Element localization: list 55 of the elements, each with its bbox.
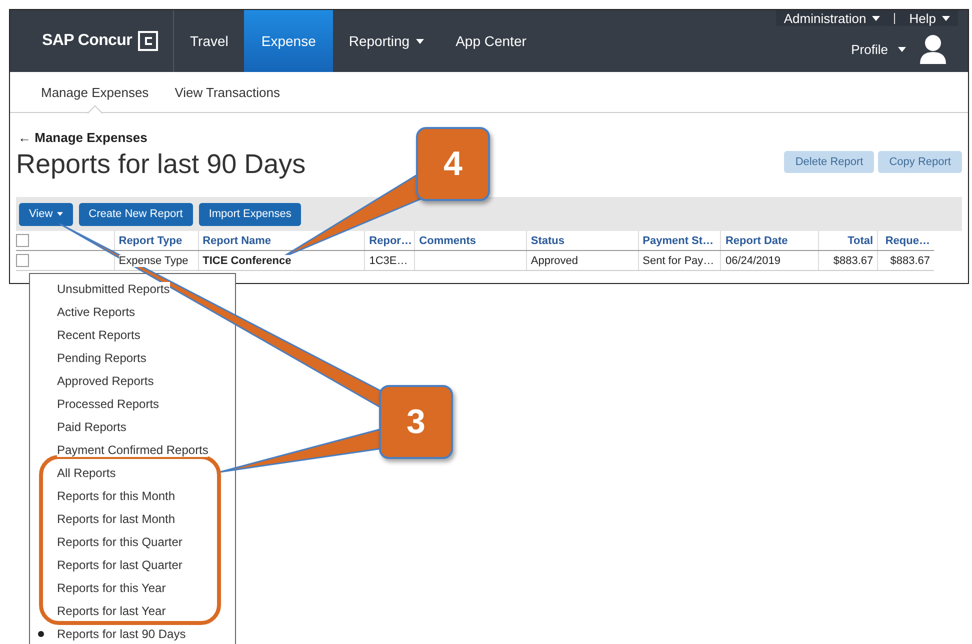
table-cell: $883.67: [890, 254, 930, 266]
toolbar-button[interactable]: Create New Report: [78, 202, 193, 226]
table-cell: Sent for Pay…: [642, 254, 714, 266]
menu-item[interactable]: Pending Reports: [57, 350, 146, 364]
subnav-tab[interactable]: View Transactions: [166, 72, 289, 112]
checkbox[interactable]: [16, 254, 29, 267]
column-header[interactable]: Payment St…: [638, 231, 720, 250]
page-title: Reports for last 90 Days: [16, 148, 306, 181]
column-header[interactable]: Report Type: [114, 231, 198, 250]
menu-item[interactable]: Reports for last Month: [57, 512, 176, 526]
toolbar-button[interactable]: View: [19, 202, 73, 226]
menu-item[interactable]: Paid Reports: [57, 420, 126, 434]
nav-tab[interactable]: App Center: [440, 10, 542, 72]
menu-item[interactable]: Reports for this Month: [57, 488, 176, 502]
menu-item[interactable]: Reports for last Quarter: [57, 558, 182, 572]
column-header[interactable]: Report Date: [720, 231, 818, 250]
menu-item[interactable]: Payment Confirmed Reports: [57, 442, 208, 456]
table-cell: 06/24/2019: [725, 254, 781, 266]
nav-tab[interactable]: Expense: [244, 10, 333, 72]
column-header[interactable]: Reque…: [877, 231, 934, 250]
menu-item[interactable]: Reports for last 90 Days: [57, 626, 186, 640]
logo-icon: [138, 31, 158, 51]
table-cell: Expense Type: [118, 254, 188, 266]
menu-item[interactable]: All Reports: [57, 466, 116, 480]
step-callout: 4: [416, 127, 490, 201]
menu-item[interactable]: Approved Reports: [57, 374, 154, 388]
nav-tab[interactable]: Reporting: [332, 10, 440, 72]
top-menu-link[interactable]: Help: [909, 10, 950, 26]
top-menu-link[interactable]: Administration: [784, 10, 880, 26]
user-avatar-icon[interactable]: [920, 34, 946, 64]
profile-menu[interactable]: Profile: [851, 42, 906, 56]
toolbar-button[interactable]: Import Expenses: [198, 202, 302, 226]
checkbox[interactable]: [16, 234, 29, 247]
menu-item[interactable]: Recent Reports: [57, 328, 140, 342]
column-header[interactable]: Repor…: [364, 231, 414, 250]
menu-item[interactable]: Unsubmitted Reports: [57, 282, 170, 296]
menu-item[interactable]: Reports for last Year: [57, 604, 166, 618]
column-header[interactable]: Status: [526, 231, 638, 250]
brand-logo-text: SAP Concur: [42, 32, 132, 50]
menu-item[interactable]: Active Reports: [57, 304, 136, 318]
caret-icon: [898, 46, 906, 52]
column-header[interactable]: Total: [818, 231, 878, 250]
back-link[interactable]: ← Manage Expenses: [16, 130, 148, 145]
menu-item[interactable]: Reports for this Year: [57, 580, 166, 594]
menu-item[interactable]: Processed Reports: [57, 396, 160, 410]
column-header[interactable]: Comments: [414, 231, 526, 250]
table-cell: TICE Conference: [202, 254, 292, 266]
step-callout: 3: [379, 385, 453, 459]
nav-tab[interactable]: Travel: [174, 10, 244, 72]
caret-icon: [872, 16, 880, 20]
table-cell: Approved: [530, 254, 578, 266]
menu-item[interactable]: Reports for this Quarter: [57, 534, 182, 548]
table-cell: 1C3E…: [369, 254, 408, 266]
table-cell: $883.67: [833, 254, 874, 266]
caret-icon: [942, 16, 950, 20]
